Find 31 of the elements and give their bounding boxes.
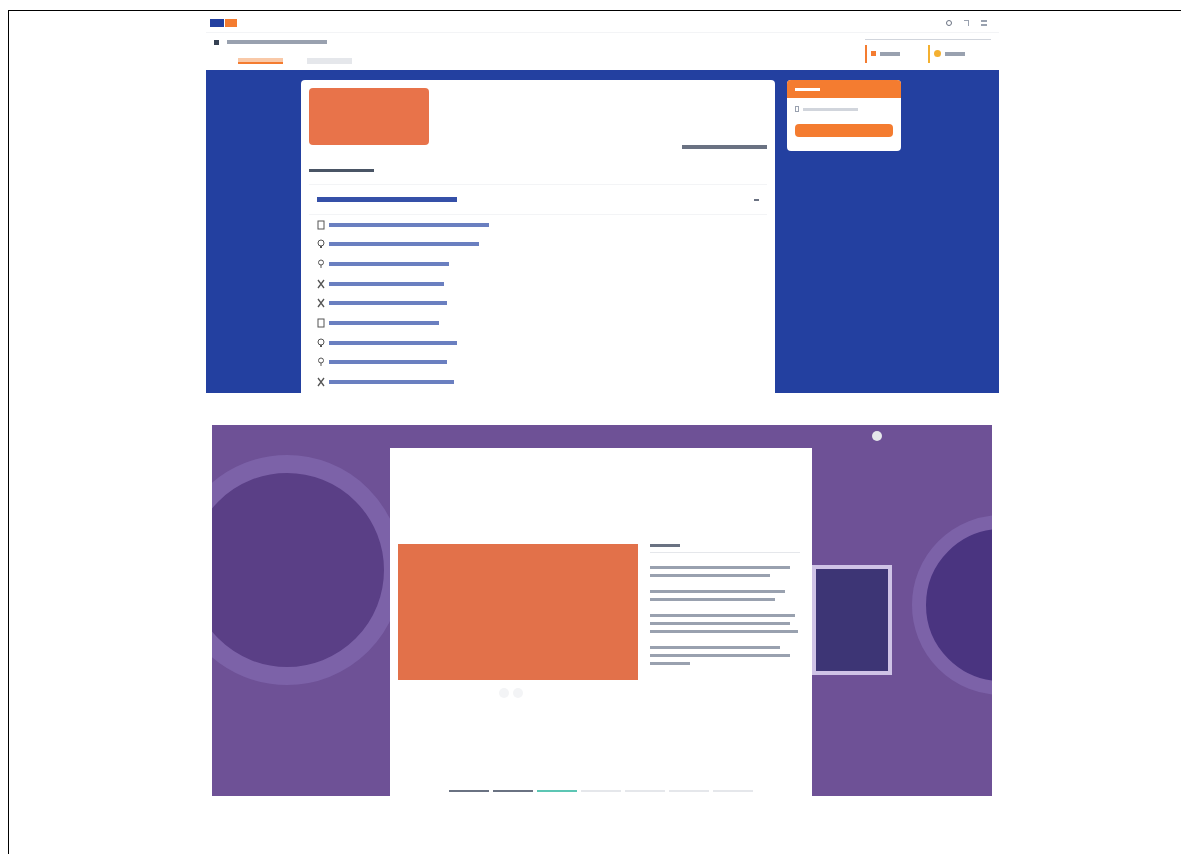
blurred-text: [803, 107, 858, 111]
pin-icon: [317, 357, 325, 368]
blurred-text: [309, 168, 374, 173]
doc-icon: [317, 318, 325, 329]
lesson-link[interactable]: [329, 340, 457, 345]
blurred-text: [795, 87, 820, 91]
blurred-text: [650, 662, 690, 665]
coin-icon: [934, 50, 941, 57]
blurred-text: [650, 544, 680, 547]
lesson-link[interactable]: [329, 380, 454, 385]
bulb-icon: [317, 337, 325, 348]
doc-icon: [317, 219, 325, 230]
pin-icon: [317, 259, 325, 269]
lesson-link[interactable]: [329, 321, 439, 326]
note-icon: [795, 106, 799, 112]
tools-icon: [317, 298, 325, 309]
lesson-link[interactable]: [329, 301, 447, 306]
lesson-link[interactable]: [329, 360, 447, 365]
lesson-link[interactable]: [329, 281, 444, 286]
tools-icon: [317, 377, 325, 388]
module-header[interactable]: [309, 184, 767, 215]
close-icon[interactable]: [872, 431, 882, 441]
lesson-link[interactable]: [329, 222, 489, 227]
tools-icon: [317, 278, 325, 289]
stat-text: [880, 51, 900, 56]
logo-icon: [210, 18, 237, 27]
bulb-icon: [317, 239, 325, 250]
stat-text: [945, 51, 965, 56]
tab[interactable]: [238, 57, 283, 64]
menu-icon[interactable]: [981, 19, 987, 26]
lesson-link[interactable]: [329, 242, 479, 247]
